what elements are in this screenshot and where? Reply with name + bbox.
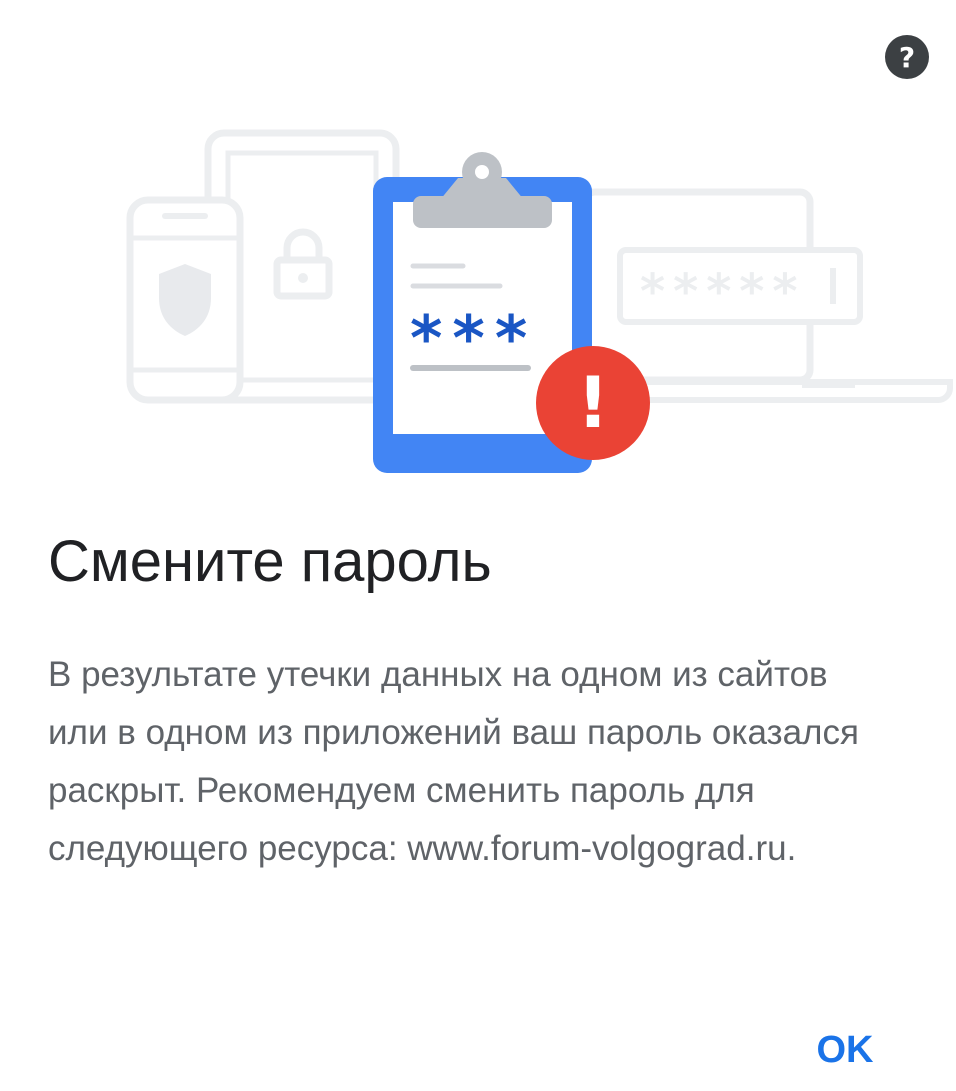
illustration: ***** *** ! — [126, 129, 953, 473]
password-field-icon: ***** — [617, 247, 863, 325]
clipboard-password-text: *** — [410, 302, 537, 375]
dialog-title: Смените пароль — [48, 529, 492, 594]
ok-button[interactable]: OK — [800, 1020, 890, 1080]
alert-mark: ! — [577, 362, 609, 444]
dialog-body: В результате утечки данных на одном из с… — [48, 655, 859, 868]
lock-icon — [273, 228, 333, 300]
alert-icon: ! — [536, 346, 650, 460]
help-icon[interactable]: ? — [885, 35, 929, 79]
laptop-password-text: ***** — [640, 264, 806, 320]
